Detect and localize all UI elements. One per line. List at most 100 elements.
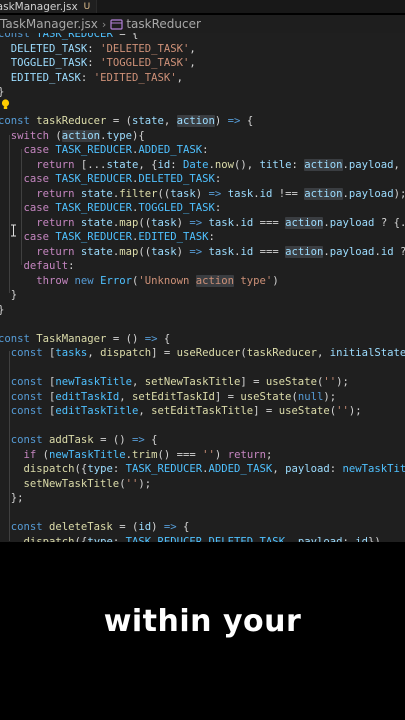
code-token: default xyxy=(0,260,69,272)
code-token: , xyxy=(189,57,196,69)
code-line: dispatch({type: TASK_REDUCER.DELETED_TAS… xyxy=(0,535,381,543)
code-token: useState xyxy=(278,405,330,417)
code-token: action xyxy=(195,274,235,287)
code-token: ] = xyxy=(240,376,266,388)
code-token: : xyxy=(80,71,94,84)
code-line: const [editTaskTitle, setEditTaskTitle] … xyxy=(0,404,362,419)
code-token: editTaskTitle xyxy=(55,405,139,417)
code-line: return state.filter((task) => task.id !=… xyxy=(0,187,405,202)
code-token: state xyxy=(80,187,113,200)
file-tab[interactable]: TaskManager.jsx U xyxy=(0,0,98,13)
code-token: dispatch xyxy=(100,347,152,359)
code-token: useState xyxy=(265,376,317,388)
code-token: => xyxy=(208,187,222,200)
code-token: { xyxy=(157,332,171,345)
code-token: ){ xyxy=(131,129,145,142)
code-line: default: xyxy=(0,259,75,274)
lightbulb-icon[interactable] xyxy=(1,99,10,110)
code-token: DELETED_TASK xyxy=(0,42,88,55)
code-token: const xyxy=(0,434,50,446)
code-token: ] = xyxy=(214,390,241,403)
code-token: switch xyxy=(0,129,56,142)
code-token: (( xyxy=(138,216,152,229)
code-token: const xyxy=(0,405,50,417)
code-token: editTaskId xyxy=(55,390,120,403)
code-token: ADDED_TASK xyxy=(138,144,203,156)
code-token: 'EDITED_TASK' xyxy=(93,71,177,84)
code-token: return xyxy=(0,187,81,200)
code-token: ( xyxy=(55,129,62,142)
code-token: action xyxy=(304,158,343,171)
code-line: case TASK_REDUCER.ADDED_TASK: xyxy=(0,143,209,158)
code-token: [... xyxy=(80,158,107,171)
breadcrumb-symbol[interactable]: taskReducer xyxy=(126,17,201,31)
code-token: type xyxy=(87,463,113,475)
code-line: const deleteTask = (id) => { xyxy=(0,520,190,535)
code-token: : xyxy=(329,463,343,475)
code-token: : xyxy=(214,202,222,214)
code-token: => xyxy=(131,434,145,446)
code-token: id xyxy=(240,245,254,258)
code-token: ) xyxy=(214,448,228,461)
code-token: , xyxy=(316,347,330,359)
code-token: tasks xyxy=(55,347,88,359)
code-token: ] = xyxy=(151,347,177,359)
code-token: now xyxy=(214,158,235,171)
code-token: { xyxy=(240,115,254,127)
breadcrumb-file[interactable]: TaskManager.jsx xyxy=(0,17,98,31)
code-token: state xyxy=(106,158,139,171)
code-token: const xyxy=(0,33,37,40)
code-token: title xyxy=(259,158,292,171)
code-token: '' xyxy=(323,376,337,388)
code-token: = () xyxy=(106,332,145,345)
code-token: type' xyxy=(234,274,273,287)
code-token: () === xyxy=(157,448,203,461)
code-line: DELETED_TASK: 'DELETED_TASK', xyxy=(0,42,196,57)
code-line: case TASK_REDUCER.EDITED_TASK: xyxy=(0,230,215,245)
code-token: new xyxy=(74,274,101,287)
code-line: const TASK_REDUCER = { xyxy=(0,33,138,42)
code-token: ) xyxy=(151,521,164,533)
code-token: TOGGLED_TASK xyxy=(138,202,215,214)
code-token: dispatch xyxy=(0,463,75,475)
code-token: (), xyxy=(234,158,260,171)
code-token: , xyxy=(189,42,196,55)
code-token: return xyxy=(0,245,81,258)
code-token: payload xyxy=(348,158,394,171)
code-line: setNewTaskTitle(''); xyxy=(0,477,152,492)
code-token: ? {... xyxy=(380,216,405,229)
code-token: , xyxy=(163,115,177,127)
code-token: TASK_REDUCER xyxy=(55,144,132,156)
code-token: const xyxy=(0,376,50,388)
code-token: payload xyxy=(329,216,375,229)
code-token: filter xyxy=(119,187,158,200)
code-line: } xyxy=(0,288,17,303)
code-token: id xyxy=(380,245,394,258)
code-editor[interactable]: const TASK_REDUCER = { DELETED_TASK: 'DE… xyxy=(0,33,405,542)
code-token: action xyxy=(304,187,343,200)
code-token: => xyxy=(144,332,158,345)
code-token: id xyxy=(138,521,152,533)
code-line: TOGGLED_TASK: 'TOGGLED_TASK', xyxy=(0,56,196,71)
code-token: : xyxy=(87,57,101,69)
code-token: task xyxy=(151,245,177,258)
code-token: state xyxy=(80,245,113,258)
code-token: : xyxy=(68,260,75,272)
code-token: case xyxy=(0,231,56,243)
code-line: throw new Error('Unknown action type') xyxy=(0,274,279,289)
symbol-icon xyxy=(110,18,123,30)
code-token: state xyxy=(131,115,164,127)
code-token: payload xyxy=(348,187,394,200)
code-token: setEditTaskTitle xyxy=(151,405,254,417)
editor-tab-bar: TaskManager.jsx U xyxy=(0,0,405,13)
code-token: '' xyxy=(202,448,215,461)
code-token: taskReducer xyxy=(36,115,107,127)
code-token: map xyxy=(119,245,139,258)
code-line: return state.map((task) => task.id === a… xyxy=(0,216,405,231)
code-token: id xyxy=(157,158,171,171)
code-token: newTaskTitle xyxy=(49,448,126,461)
code-line: case TASK_REDUCER.DELETED_TASK: xyxy=(0,172,222,187)
code-token: ); xyxy=(323,390,337,403)
code-token: task xyxy=(227,187,254,200)
code-token: 'Unknown xyxy=(138,274,196,287)
